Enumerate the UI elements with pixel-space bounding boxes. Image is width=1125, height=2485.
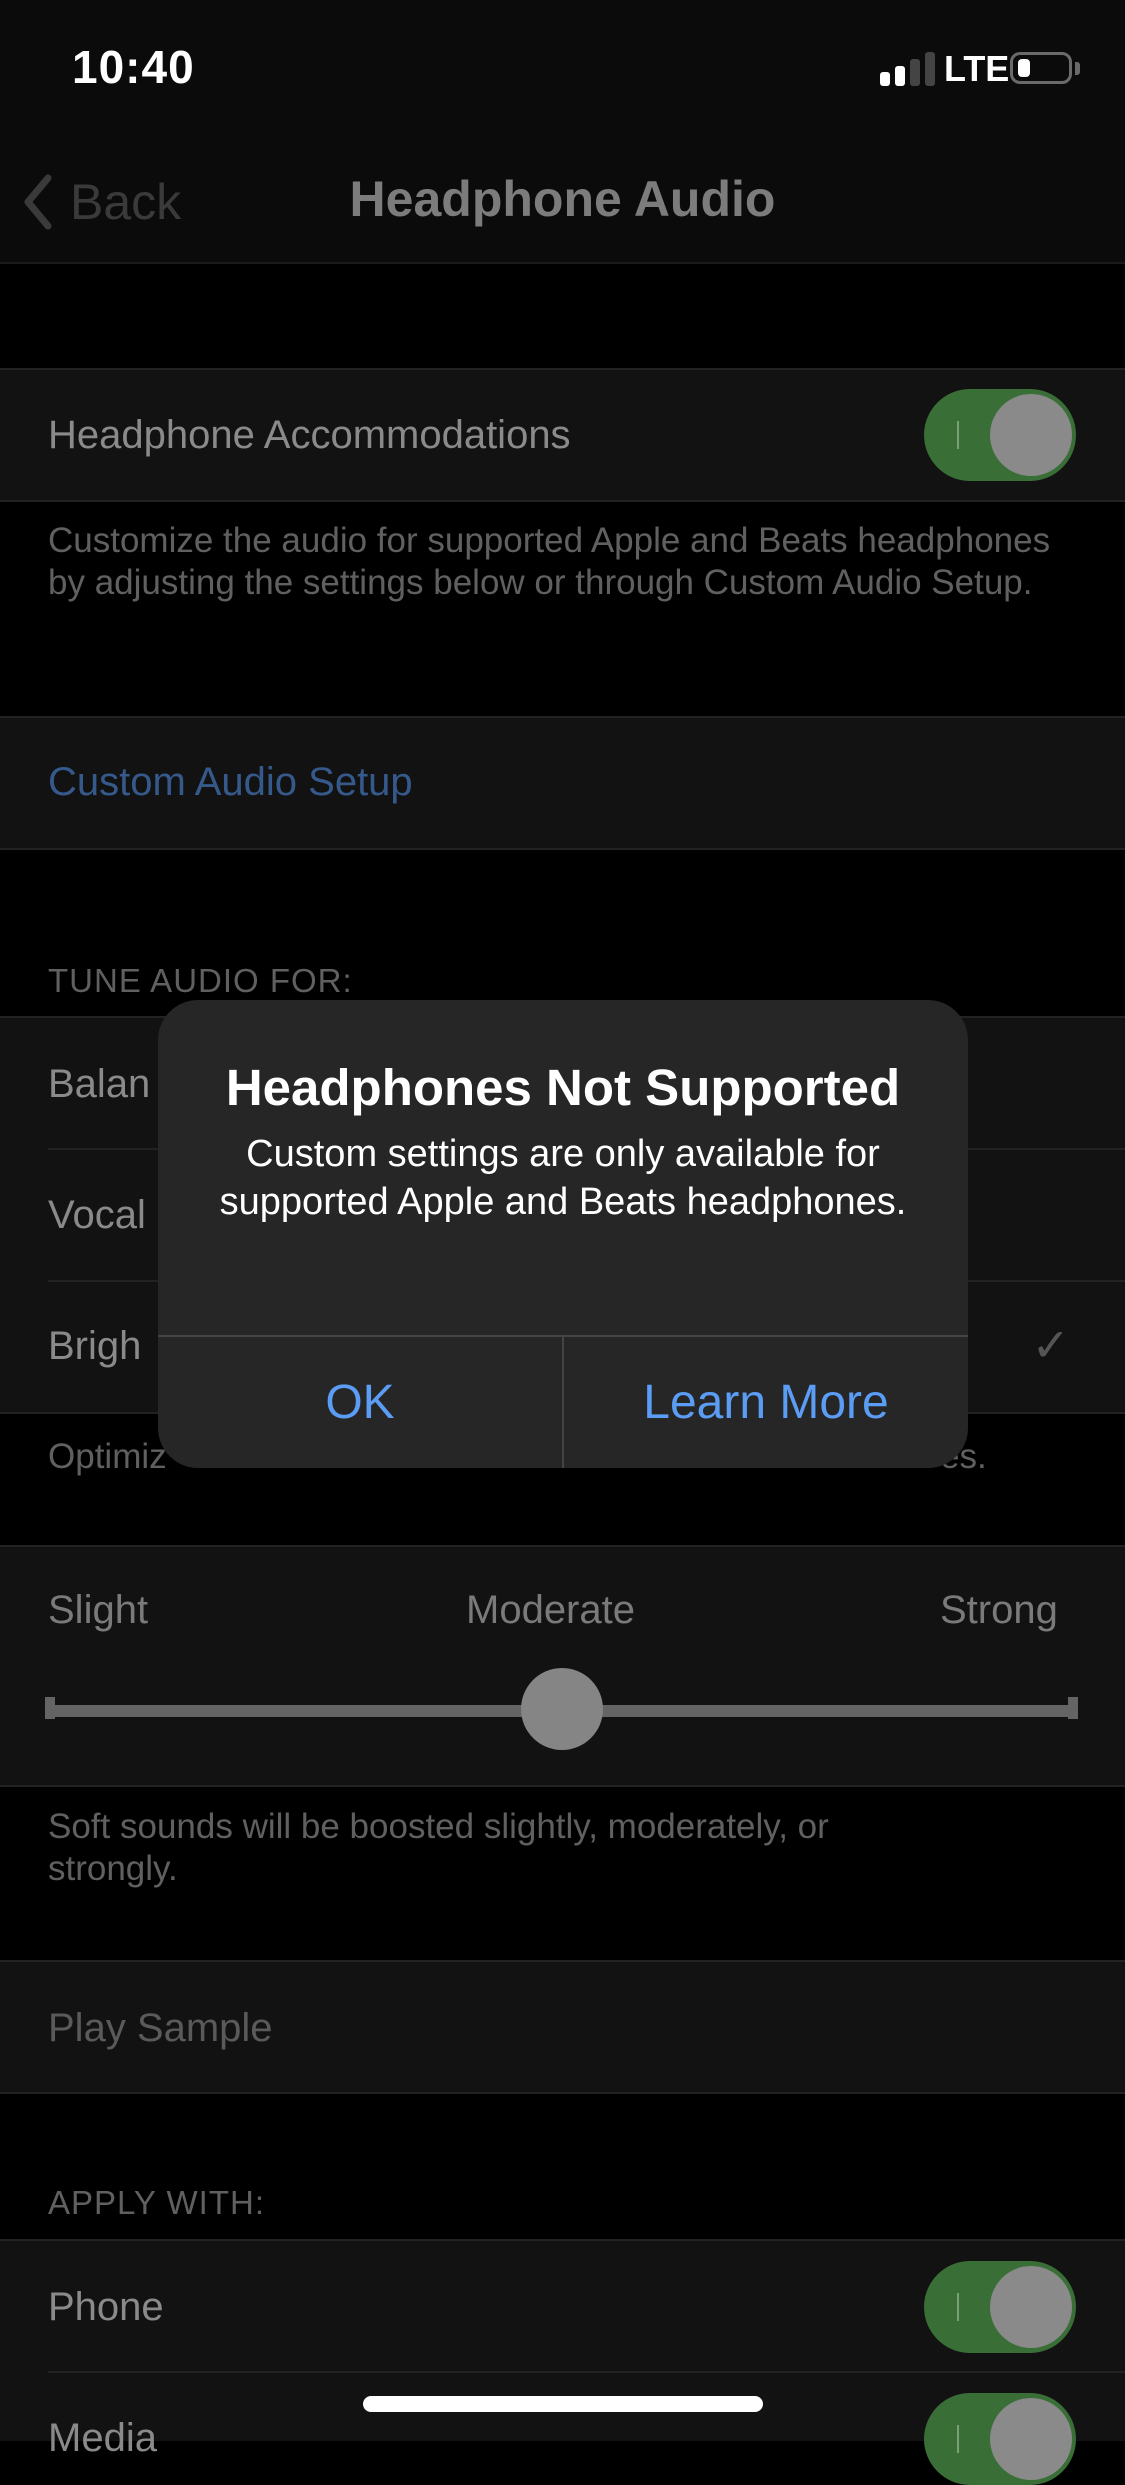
- alert-message: Custom settings are only available for s…: [219, 1133, 907, 1223]
- alert-dialog: Headphones Not Supported Custom settings…: [158, 1000, 968, 1468]
- learn-more-button[interactable]: Learn More: [564, 1337, 968, 1468]
- home-indicator[interactable]: [363, 2396, 763, 2412]
- alert-title: Headphones Not Supported: [225, 1059, 901, 1116]
- modal-overlay: Headphones Not Supported Custom settings…: [0, 0, 1125, 2436]
- ok-button[interactable]: OK: [158, 1337, 562, 1468]
